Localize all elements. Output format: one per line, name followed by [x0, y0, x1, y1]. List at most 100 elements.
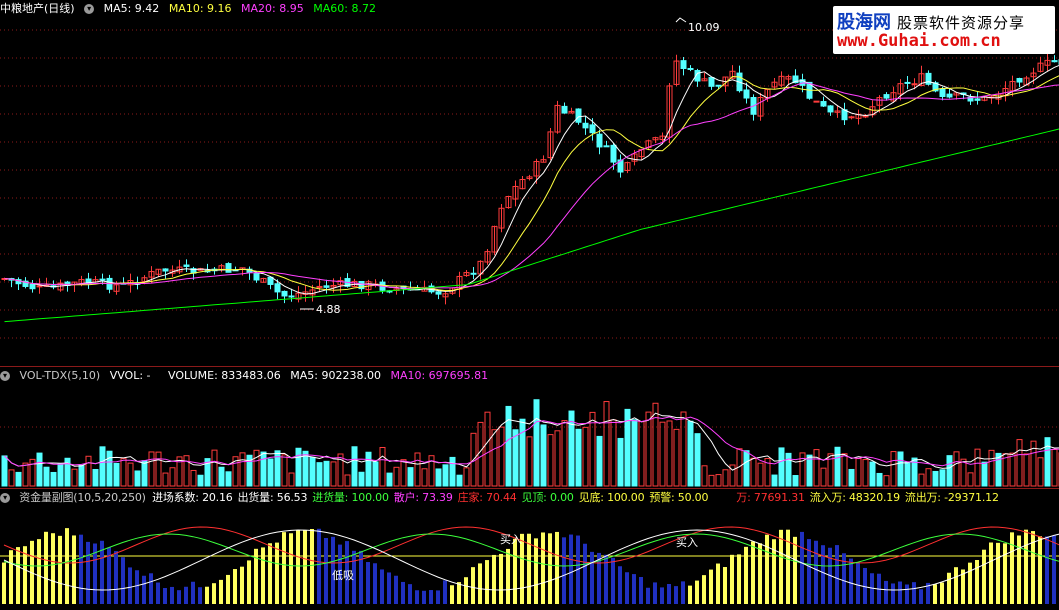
fund-bar	[198, 587, 202, 604]
fund-bar	[366, 562, 370, 604]
low-price-label: 4.88	[316, 303, 341, 316]
fund-bar	[660, 587, 664, 604]
volume-bar	[211, 449, 218, 487]
ma10-line	[4, 75, 1059, 292]
fund-red-line	[3, 526, 1059, 564]
dropdown-icon[interactable]: ▾	[84, 4, 95, 14]
fund-bar	[905, 584, 909, 604]
volume-bar	[750, 457, 757, 487]
volume-bar	[120, 458, 127, 487]
volume-panel-header: ▾ VOL-TDX(5,10) VVOL: - VOLUME: 833483.0…	[0, 367, 494, 385]
vvol-value: VVOL: -	[109, 369, 151, 382]
volume-bar	[981, 461, 988, 487]
volume-bar	[890, 451, 897, 487]
fund-bar	[247, 560, 251, 604]
volume-bar	[92, 468, 99, 487]
volume-bar	[631, 419, 638, 487]
fund-bar	[975, 560, 979, 604]
volume-bar	[897, 451, 904, 487]
dropdown-icon[interactable]: ▾	[0, 493, 10, 503]
fund-bar	[884, 580, 888, 604]
candle-body	[435, 291, 442, 295]
fund-bar	[464, 577, 468, 604]
fund-bar	[149, 573, 153, 604]
fund-bar	[478, 563, 482, 604]
watermark-logo: 股海网 股票软件资源分享 www.Guhai.com.cn	[833, 6, 1055, 54]
volume-bar	[78, 464, 85, 487]
volume-bar	[148, 451, 155, 487]
candle-body	[883, 94, 890, 99]
fund-bar	[450, 585, 454, 604]
fund-bar	[373, 563, 377, 604]
fund-bar	[303, 529, 307, 604]
volume-bar	[421, 468, 428, 487]
volume-bar	[540, 424, 547, 487]
volume-bar	[701, 465, 708, 487]
fund-bar	[443, 580, 447, 604]
volume-bar	[323, 460, 330, 487]
fund-bar	[912, 582, 916, 604]
fund-bar	[807, 539, 811, 604]
volume-bar	[218, 466, 225, 487]
high-marker	[675, 17, 687, 23]
fund-bar	[611, 557, 615, 604]
candle-body	[470, 272, 477, 275]
candle-body	[162, 268, 169, 272]
fund-bar	[142, 575, 146, 604]
volume-bar	[512, 429, 519, 487]
fund-bar	[751, 541, 755, 604]
volume-bar	[841, 453, 848, 487]
fund-value-10: 流出万: -29371.12	[904, 491, 999, 504]
fund-bar	[282, 532, 286, 604]
fund-bar	[688, 585, 692, 604]
volume-bar	[344, 474, 351, 487]
fund-bar	[583, 543, 587, 604]
fund-bar	[205, 586, 209, 604]
candle-body	[946, 93, 953, 98]
fund-bar	[562, 537, 566, 604]
volume-bar	[561, 420, 568, 487]
candle-body	[253, 272, 260, 281]
candle-body	[862, 115, 869, 118]
volume-bar	[785, 452, 792, 487]
fund-green-line	[3, 533, 1059, 567]
volume-bar	[855, 458, 862, 487]
fund-bar	[1024, 529, 1028, 604]
volume-bar	[407, 467, 414, 487]
fund-bar	[835, 545, 839, 604]
fund-bar	[492, 554, 496, 604]
fund-value-1: 出货量: 56.53	[237, 491, 308, 504]
volume-bar	[582, 426, 589, 487]
volume-bar	[848, 468, 855, 487]
volume-bar	[806, 454, 813, 487]
chart-canvas[interactable]: 10.09 4.88 低吸 买入 买入	[0, 0, 1059, 610]
ma20-value: MA20: 8.95	[241, 2, 304, 15]
fund-bar	[730, 554, 734, 604]
volume-bar	[757, 462, 764, 487]
candle-body	[1051, 60, 1058, 63]
volume-bar	[253, 449, 260, 487]
volume-bar	[309, 456, 316, 487]
volume-bar	[295, 447, 302, 487]
fund-bar	[16, 547, 20, 604]
chart-window[interactable]: 10.09 4.88 低吸 买入 买入 中粮地产(日线) ▾ MA5: 9.42 MA1…	[0, 0, 1059, 610]
volume-bar	[484, 411, 491, 487]
volume-bar	[372, 461, 379, 487]
volume-bar	[463, 467, 470, 487]
volume-bar	[288, 472, 295, 487]
volume-bar	[106, 450, 113, 487]
fund-bar	[1017, 535, 1021, 604]
candle-body	[813, 100, 820, 103]
dropdown-icon[interactable]: ▾	[0, 371, 10, 381]
volume-bar	[50, 471, 57, 487]
volume-bar	[946, 455, 953, 487]
volume-bar	[365, 451, 372, 487]
volume-bar	[722, 469, 729, 487]
volume-bar	[442, 464, 449, 487]
fund-bar	[471, 567, 475, 604]
volume-bar	[869, 461, 876, 487]
fund-bar	[653, 582, 657, 604]
candle-body	[274, 283, 281, 293]
vol-indicator-name: VOL-TDX(5,10)	[19, 369, 101, 382]
volume-bar	[358, 471, 365, 487]
